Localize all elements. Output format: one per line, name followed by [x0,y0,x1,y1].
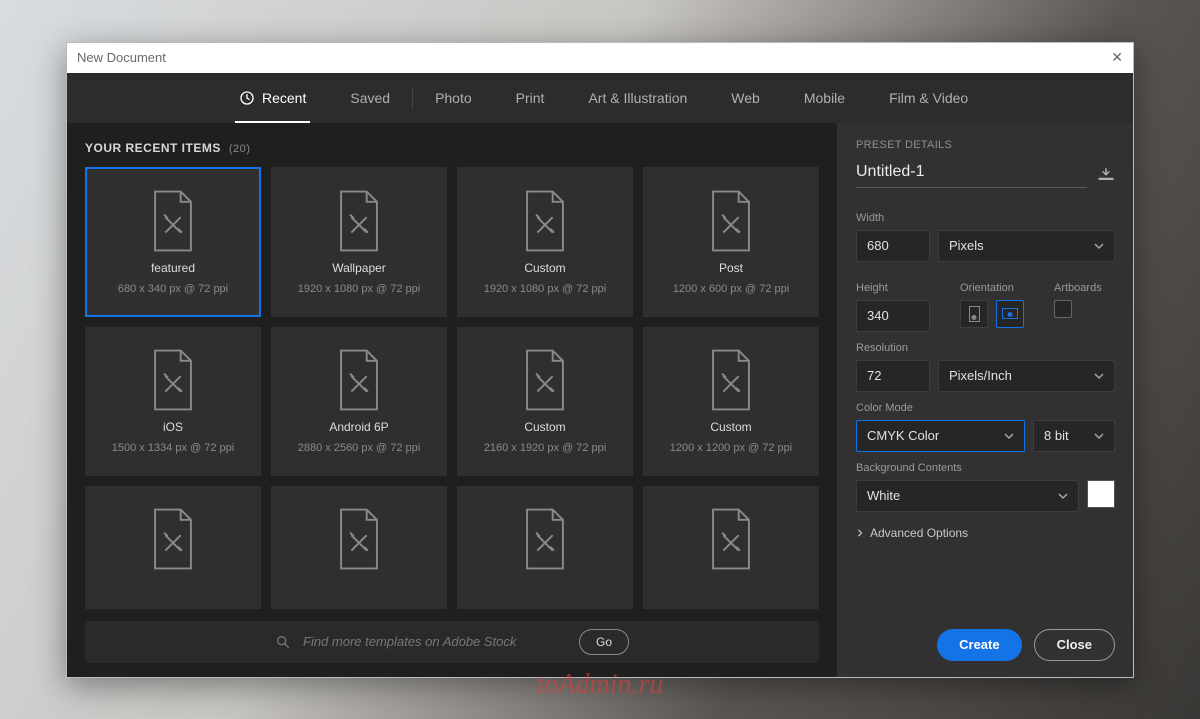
height-field[interactable] [856,300,930,332]
tab-label: Photo [435,90,472,106]
preset-card-subtitle: 2160 x 1920 px @ 72 ppi [484,442,606,454]
width-input[interactable] [867,238,919,253]
advanced-options-toggle[interactable]: Advanced Options [856,526,1115,540]
background-contents-select[interactable]: White [856,480,1079,512]
height-input[interactable] [867,308,919,323]
orientation-landscape-button[interactable] [996,300,1024,328]
preset-card-title: Custom [524,420,565,434]
background-color-swatch[interactable] [1087,480,1115,508]
preset-card-title: Custom [710,420,751,434]
close-button[interactable]: Close [1034,629,1115,661]
advanced-options-label: Advanced Options [870,526,968,540]
background-contents-value: White [867,488,900,503]
resolution-input[interactable] [867,368,919,383]
tab-print[interactable]: Print [494,73,567,123]
resolution-field[interactable] [856,360,930,392]
tab-mobile[interactable]: Mobile [782,73,867,123]
close-icon[interactable]: ✕ [1111,49,1123,66]
chevron-down-icon [1058,491,1068,501]
preset-card[interactable]: Wallpaper 1920 x 1080 px @ 72 ppi [271,167,447,318]
color-mode-value: CMYK Color [867,428,939,443]
tab-art-illustration[interactable]: Art & Illustration [566,73,709,123]
recent-panel: YOUR RECENT ITEMS (20) featured 680 x 340… [67,123,837,677]
preset-card[interactable]: Custom 2160 x 1920 px @ 72 ppi [457,327,633,476]
chevron-down-icon [1094,241,1104,251]
resolution-unit-select[interactable]: Pixels/Inch [938,360,1115,392]
stock-search-input[interactable] [303,634,567,649]
preset-card-subtitle: 1200 x 1200 px @ 72 ppi [670,442,792,454]
color-mode-select[interactable]: CMYK Color [856,420,1025,452]
tab-label: Art & Illustration [588,90,687,106]
resolution-unit-value: Pixels/Inch [949,368,1012,383]
artboards-checkbox[interactable] [1054,300,1072,318]
titlebar: New Document ✕ [67,43,1133,73]
preset-card-title: featured [151,261,195,275]
preset-card-subtitle: 680 x 340 px @ 72 ppi [118,283,228,295]
tab-label: Recent [262,90,306,106]
preset-details-panel: PRESET DETAILS Width Pixels Height [837,123,1133,677]
preset-card[interactable] [271,486,447,609]
create-button[interactable]: Create [937,629,1021,661]
new-document-dialog: New Document ✕ Recent Saved Photo Print … [66,42,1134,678]
background-contents-label: Background Contents [856,462,1115,474]
preset-card[interactable] [457,486,633,609]
preset-card[interactable]: iOS 1500 x 1334 px @ 72 ppi [85,327,261,476]
save-preset-icon[interactable] [1097,167,1115,181]
tab-film-video[interactable]: Film & Video [867,73,990,123]
chevron-down-icon [1004,431,1014,441]
tab-label: Mobile [804,90,845,106]
chevron-right-icon [856,529,864,537]
preset-card[interactable] [85,486,261,609]
tab-label: Print [516,90,545,106]
bit-depth-select[interactable]: 8 bit [1033,420,1115,452]
preset-card-title: Wallpaper [332,261,386,275]
orientation-portrait-button[interactable] [960,300,988,328]
preset-card[interactable]: Post 1200 x 600 px @ 72 ppi [643,167,819,318]
preset-details-heading: PRESET DETAILS [856,139,1115,151]
width-unit-value: Pixels [949,238,984,253]
bit-depth-value: 8 bit [1044,428,1069,443]
tab-label: Web [731,90,760,106]
recent-items-heading: YOUR RECENT ITEMS [85,141,221,155]
width-field[interactable] [856,230,930,262]
category-tabs: Recent Saved Photo Print Art & Illustrat… [67,73,1133,123]
chevron-down-icon [1094,431,1104,441]
chevron-down-icon [1094,371,1104,381]
recent-items-count: (20) [229,143,251,155]
search-icon [275,634,291,650]
preset-card-title: iOS [163,420,183,434]
stock-search-bar: Go [85,621,819,663]
orientation-label: Orientation [960,282,1024,294]
color-mode-label: Color Mode [856,402,1115,414]
tab-saved[interactable]: Saved [328,73,412,123]
preset-card-title: Android 6P [329,420,388,434]
width-label: Width [856,212,1115,224]
preset-card[interactable]: Custom 1200 x 1200 px @ 72 ppi [643,327,819,476]
preset-card-title: Custom [524,261,565,275]
preset-card-subtitle: 1200 x 600 px @ 72 ppi [673,283,789,295]
preset-grid: featured 680 x 340 px @ 72 ppi Wallpaper 1… [85,167,819,609]
preset-card[interactable]: Custom 1920 x 1080 px @ 72 ppi [457,167,633,318]
artboards-label: Artboards [1054,282,1102,294]
preset-card-subtitle: 1920 x 1080 px @ 72 ppi [298,283,420,295]
preset-card[interactable]: Android 6P 2880 x 2560 px @ 72 ppi [271,327,447,476]
height-label: Height [856,282,930,294]
clock-icon [239,90,255,106]
tab-label: Saved [350,90,390,106]
preset-card[interactable] [643,486,819,609]
tab-photo[interactable]: Photo [413,73,494,123]
preset-card-subtitle: 1920 x 1080 px @ 72 ppi [484,283,606,295]
preset-card-subtitle: 1500 x 1334 px @ 72 ppi [112,442,234,454]
document-name-input[interactable] [856,161,1087,188]
window-title: New Document [77,50,166,65]
go-button[interactable]: Go [579,629,629,655]
resolution-label: Resolution [856,342,1115,354]
tab-web[interactable]: Web [709,73,782,123]
preset-card-subtitle: 2880 x 2560 px @ 72 ppi [298,442,420,454]
preset-card[interactable]: featured 680 x 340 px @ 72 ppi [85,167,261,318]
preset-card-title: Post [719,261,743,275]
width-unit-select[interactable]: Pixels [938,230,1115,262]
tab-recent[interactable]: Recent [217,73,328,123]
tab-label: Film & Video [889,90,968,106]
